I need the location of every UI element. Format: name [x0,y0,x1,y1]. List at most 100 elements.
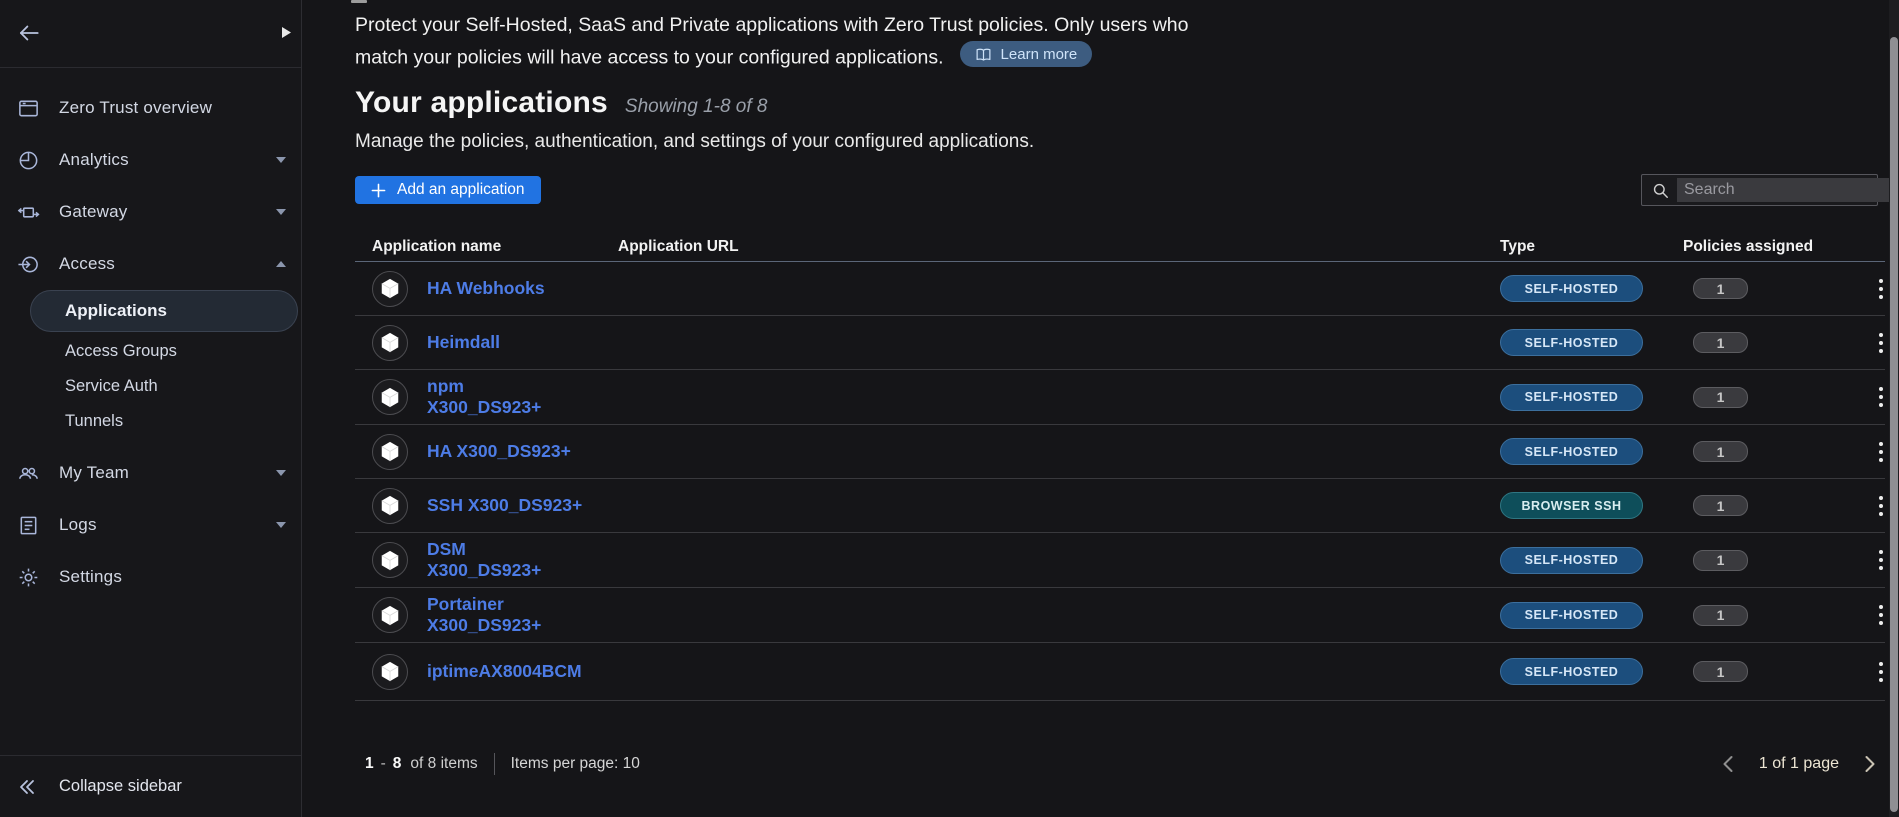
sidebar-subitem-label: Service Auth [65,377,158,396]
app-name-link[interactable]: Portainer X300_DS923+ [427,594,541,636]
sidebar-expand-handle[interactable] [278,24,294,40]
sidebar-item-analytics[interactable]: Analytics [0,134,301,186]
chevron-down-icon [275,521,287,529]
items-per-page[interactable]: Items per page: 10 [511,755,640,773]
sidebar-subitem-label: Tunnels [65,412,123,431]
type-cell: SELF-HOSTED [1500,547,1683,574]
book-icon [975,47,992,62]
chevron-down-icon [275,208,287,216]
type-cell: SELF-HOSTED [1500,384,1683,411]
application-name-cell: HA X300_DS923+ [355,428,618,476]
window-icon [16,96,40,120]
back-button[interactable] [12,16,46,50]
collapse-sidebar-button[interactable]: Collapse sidebar [0,755,301,817]
sidebar-item-access-groups[interactable]: Access Groups [0,334,301,369]
app-name-link[interactable]: npm X300_DS923+ [427,376,541,418]
application-name-cell: npm X300_DS923+ [355,370,618,424]
policies-cell: 1 [1683,387,1866,408]
policies-cell: 1 [1683,550,1866,571]
sidebar-item-logs[interactable]: Logs [0,499,301,551]
table-row: Portainer X300_DS923+ SELF-HOSTED 1 [355,588,1885,643]
app-avatar [372,379,408,415]
app-name-line1: iptimeAX8004BCM [427,661,582,681]
add-application-label: Add an application [397,181,525,199]
cube-icon [379,494,401,517]
access-submenu: Applications Access Groups Service Auth … [0,290,301,439]
sidebar-item-applications[interactable]: Applications [30,290,298,332]
applications-table-body: HA Webhooks SELF-HOSTED 1 Heimd [355,262,1885,701]
column-header-application-name: Application name [355,238,618,256]
app-name-line1: Heimdall [427,332,500,352]
cube-icon [379,331,401,354]
sidebar-item-my-team[interactable]: My Team [0,447,301,499]
next-page-button[interactable] [1859,753,1881,775]
policies-cell: 1 [1683,661,1866,682]
sidebar-item-label: My Team [59,463,256,483]
app-name-line2: X300_DS923+ [427,560,541,581]
learn-more-button[interactable]: Learn more [960,41,1093,67]
table-row: DSM X300_DS923+ SELF-HOSTED 1 [355,533,1885,588]
app-name-line2: X300_DS923+ [427,397,541,418]
pie-chart-icon [16,148,40,172]
search-icon [1651,181,1670,200]
app-name-line2: X300_DS923+ [427,615,541,636]
app-name-link[interactable]: SSH X300_DS923+ [427,495,582,516]
double-chevron-left-icon [16,776,38,798]
chevron-up-icon [275,260,287,268]
app-name-link[interactable]: Heimdall [427,332,500,353]
applications-table: Application name Application URL Type Po… [355,232,1885,701]
app-name-link[interactable]: DSM X300_DS923+ [427,539,541,581]
range-end: 8 [393,755,402,773]
column-header-policies-assigned: Policies assigned [1683,238,1866,256]
table-row: SSH X300_DS923+ BROWSER SSH 1 [355,479,1885,533]
team-icon [16,461,40,485]
app-avatar [372,434,408,470]
sidebar-nav: Zero Trust overview Analytics Gateway Ac… [0,82,301,603]
app-avatar [372,542,408,578]
scrollbar-thumb[interactable] [1890,37,1898,812]
sidebar-subitem-label: Applications [65,301,167,321]
policies-cell: 1 [1683,332,1866,353]
page-subtitle: Manage the policies, authentication, and… [355,131,1034,153]
table-row: npm X300_DS923+ SELF-HOSTED 1 [355,370,1885,425]
access-login-icon [16,252,40,276]
type-cell: SELF-HOSTED [1500,438,1683,465]
column-header-type: Type [1500,238,1683,256]
sidebar-item-settings[interactable]: Settings [0,551,301,603]
sidebar-item-tunnels[interactable]: Tunnels [0,404,301,439]
search-input[interactable] [1677,178,1898,202]
type-badge: SELF-HOSTED [1500,329,1643,356]
sidebar-item-gateway[interactable]: Gateway [0,186,301,238]
app-name-link[interactable]: HA X300_DS923+ [427,441,571,462]
vertical-scrollbar[interactable] [1889,0,1899,817]
learn-more-label: Learn more [1001,46,1078,63]
policies-count-chip: 1 [1693,278,1748,299]
add-application-button[interactable]: Add an application [355,176,541,204]
range-dash: - [381,755,386,773]
type-cell: SELF-HOSTED [1500,329,1683,356]
table-header-row: Application name Application URL Type Po… [355,232,1885,262]
application-name-cell: SSH X300_DS923+ [355,482,618,530]
app-name-link[interactable]: iptimeAX8004BCM [427,661,582,682]
app-avatar [372,488,408,524]
policies-count-chip: 1 [1693,387,1748,408]
range-start: 1 [365,755,374,773]
search-box [1641,174,1878,206]
page-title: Your applications [355,86,608,120]
policies-cell: 1 [1683,605,1866,626]
app-name-link[interactable]: HA Webhooks [427,278,545,299]
sidebar-item-zero-trust-overview[interactable]: Zero Trust overview [0,82,301,134]
previous-page-button[interactable] [1717,753,1739,775]
app-name-line1: Portainer [427,594,504,614]
cube-icon [379,549,401,572]
policies-count-chip: 1 [1693,332,1748,353]
policies-count-chip: 1 [1693,495,1748,516]
sidebar-item-service-auth[interactable]: Service Auth [0,369,301,404]
table-row: iptimeAX8004BCM SELF-HOSTED 1 [355,643,1885,701]
type-badge: BROWSER SSH [1500,492,1643,519]
sidebar-item-access[interactable]: Access [0,238,301,290]
intro-text: Protect your Self-Hosted, SaaS and Priva… [355,10,1188,74]
app-name-line1: SSH X300_DS923+ [427,495,582,515]
app-avatar [372,325,408,361]
table-footer: 1 - 8 of 8 items Items per page: 10 1 of… [355,739,1885,789]
